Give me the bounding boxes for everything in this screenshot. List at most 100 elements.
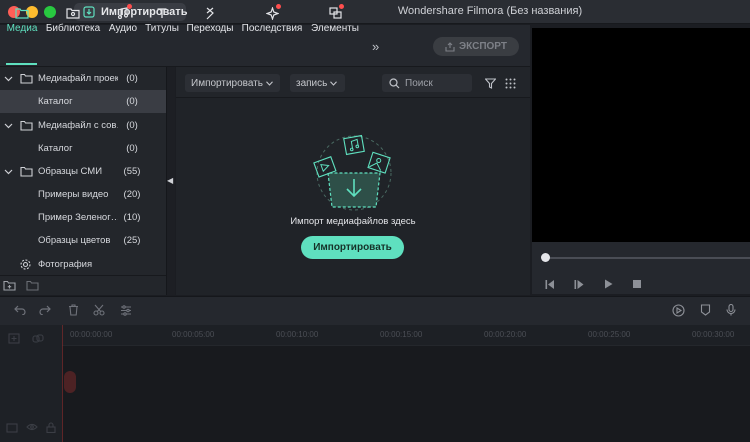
text-title-icon (151, 4, 173, 22)
chevron-down-icon[interactable] (4, 74, 13, 83)
redo-icon[interactable] (37, 302, 53, 318)
tab-media[interactable]: Медиа (3, 4, 41, 38)
render-preview-icon[interactable] (670, 302, 686, 318)
elements-badge (339, 4, 344, 9)
folder-icon (11, 4, 33, 22)
tab-audio[interactable]: Аудио (106, 4, 140, 38)
library-item-count: (0) (126, 96, 138, 107)
audio-badge (127, 4, 132, 9)
play-pause-icon[interactable] (572, 277, 586, 291)
record-dropdown[interactable]: запись (290, 74, 345, 92)
timeline-divider (62, 345, 750, 346)
folder-icon[interactable] (26, 280, 39, 291)
library-item-label: Образцы СМИ (38, 166, 103, 177)
library-item-label: Фотография (38, 259, 93, 270)
gear-icon (20, 259, 31, 270)
folder-icon (20, 73, 33, 84)
chevron-down-icon (266, 80, 273, 86)
add-track-icon[interactable] (8, 333, 20, 344)
effects-badge (276, 4, 281, 9)
link-icon[interactable] (32, 333, 44, 344)
transition-icon (199, 4, 221, 22)
timeline-tick: 00:00:05:00 (172, 330, 215, 339)
library-item-count: (55) (123, 166, 141, 177)
preview-window (532, 28, 750, 242)
library-item-label: Образцы цветов (38, 235, 111, 246)
timeline-tick: 00:00:30:00 (692, 330, 735, 339)
timeline-tick: 00:00:25:00 (588, 330, 631, 339)
chevron-down-icon[interactable] (4, 121, 13, 130)
library-item-label: Примеры видео (38, 189, 109, 200)
import-media-illustration (313, 134, 392, 211)
search-input[interactable]: Поиск (382, 74, 472, 92)
marker-icon[interactable] (697, 302, 713, 318)
playhead-handle[interactable] (64, 371, 76, 393)
library-item-sample-videos[interactable]: Примеры видео (20) (0, 183, 166, 206)
more-tabs-button[interactable]: » (372, 39, 379, 54)
previous-frame-icon[interactable] (543, 277, 557, 291)
library-item-catalog[interactable]: Каталог (0) (0, 137, 166, 160)
stop-icon[interactable] (630, 277, 644, 291)
library-item-shared-media[interactable]: Медиафайл с сов… (0) (0, 114, 166, 137)
active-tab-indicator (6, 63, 37, 65)
chevron-down-icon[interactable] (4, 167, 13, 176)
library-item-photography[interactable]: Фотография (0, 253, 166, 276)
export-icon (445, 41, 455, 52)
undo-icon[interactable] (12, 302, 28, 318)
library-item-count: (10) (123, 212, 141, 223)
tab-titles[interactable]: Титулы (143, 4, 181, 38)
timeline-tracks[interactable] (62, 345, 750, 442)
tab-effects[interactable]: Последствия (240, 4, 304, 38)
tab-transitions[interactable]: Переходы (185, 4, 235, 38)
track-type-icon (6, 423, 18, 433)
grid-view-icon[interactable] (503, 76, 517, 90)
collapse-panel-icon[interactable]: ◀ (167, 176, 173, 185)
library-footer (0, 275, 166, 295)
library-item-label: Каталог (38, 96, 73, 107)
effects-icon (261, 4, 283, 22)
microphone-icon[interactable] (723, 302, 739, 318)
delete-icon[interactable] (65, 302, 81, 318)
filter-icon[interactable] (483, 76, 497, 90)
timeline-tick: 00:00:20:00 (484, 330, 527, 339)
drop-hint-text: Импорт медиафайлов здесь (290, 216, 416, 227)
tab-elements[interactable]: Элементы (309, 4, 361, 38)
import-media-button[interactable]: Импортировать (301, 236, 404, 259)
library-item-label: Медиафайл с сов… (38, 120, 118, 131)
library-item-count: (20) (123, 189, 141, 200)
library-item-label: Каталог (38, 143, 73, 154)
eye-icon[interactable] (26, 423, 38, 431)
add-folder-icon[interactable] (3, 280, 16, 291)
search-placeholder: Поиск (405, 77, 433, 89)
import-dropdown-label: Импортировать (191, 77, 264, 89)
timeline-tick: 00:00:00:00 (70, 330, 113, 339)
window-title: Wondershare Filmora (Без названия) (397, 5, 583, 17)
library-item-color-samples[interactable]: Образцы цветов (25) (0, 229, 166, 252)
play-icon[interactable] (601, 277, 615, 291)
playhead[interactable] (62, 325, 63, 442)
library-item-count: (25) (123, 235, 141, 246)
library-item-project-media[interactable]: Медиафайл проек… (0) (0, 67, 166, 90)
cut-icon[interactable] (91, 302, 107, 318)
import-dropdown[interactable]: Импортировать (185, 74, 280, 92)
export-button[interactable]: ЭКСПОРТ (433, 37, 519, 56)
scrubber-handle[interactable] (541, 253, 550, 262)
timeline-toolbar (0, 296, 750, 325)
library-item-green-screen[interactable]: Пример Зеленог… (10) (0, 206, 166, 229)
tab-library[interactable]: Библиотека (45, 4, 101, 38)
preview-scrubber[interactable] (545, 257, 750, 259)
record-dropdown-label: запись (296, 77, 328, 89)
search-icon (389, 77, 400, 88)
lock-icon[interactable] (46, 422, 56, 433)
timeline-tick: 00:00:10:00 (276, 330, 319, 339)
music-note-icon (112, 4, 134, 22)
library-item-count: (0) (126, 143, 138, 154)
library-item-sample-media[interactable]: Образцы СМИ (55) (0, 160, 166, 183)
library-item-catalog[interactable]: Каталог (0) (0, 90, 166, 113)
timeline-ruler[interactable] (0, 325, 750, 345)
adjust-icon[interactable] (118, 302, 134, 318)
track-header-panel (0, 325, 62, 442)
chevron-down-icon (330, 80, 338, 86)
library-item-count: (0) (126, 120, 138, 131)
library-item-count: (0) (126, 73, 138, 84)
